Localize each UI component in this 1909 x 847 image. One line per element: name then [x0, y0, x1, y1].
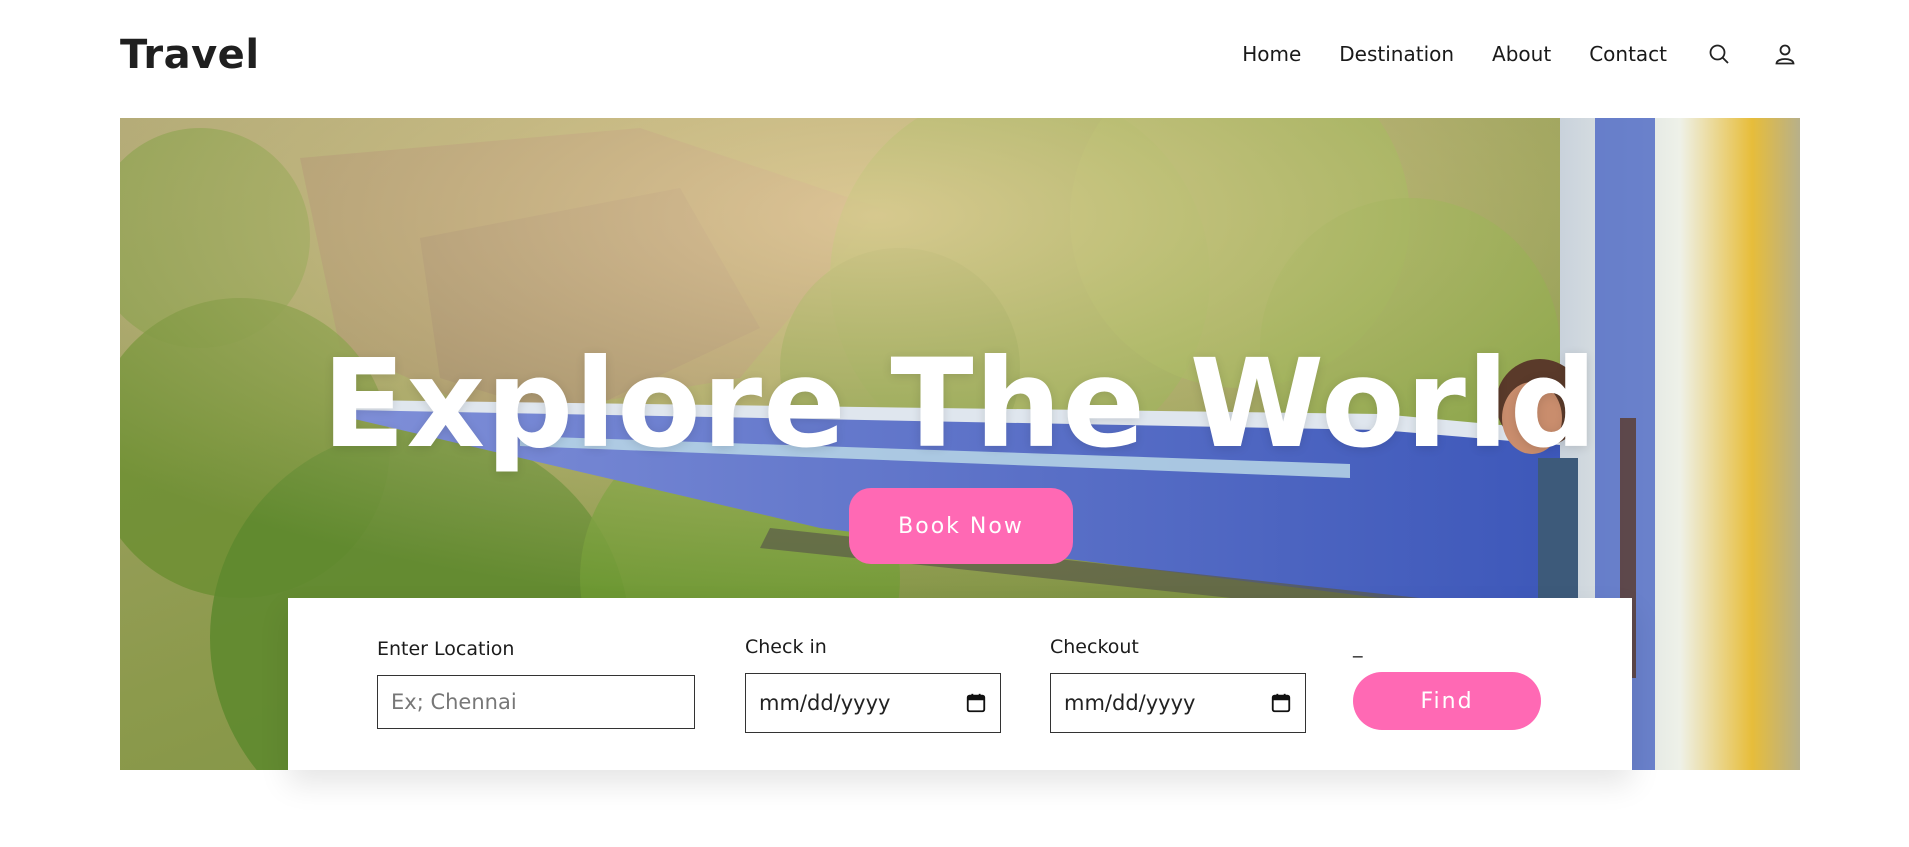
nav-link-contact[interactable]: Contact — [1589, 40, 1667, 68]
search-icon[interactable] — [1705, 40, 1733, 68]
checkin-field: Check in — [745, 636, 827, 658]
nav-link-about[interactable]: About — [1492, 40, 1551, 68]
checkin-date-input[interactable]: mm/dd/yyyy — [745, 673, 1001, 733]
find-field: _ — [1353, 636, 1363, 658]
calendar-icon[interactable] — [1270, 692, 1292, 714]
find-button[interactable]: Find — [1353, 672, 1541, 730]
book-now-button[interactable]: Book Now — [849, 488, 1073, 564]
location-input[interactable] — [377, 675, 695, 729]
site-logo[interactable]: Travel — [120, 32, 260, 78]
checkout-date-value: mm/dd/yyyy — [1064, 691, 1196, 715]
find-label: _ — [1353, 636, 1363, 658]
checkout-label: Checkout — [1050, 636, 1139, 658]
checkin-label: Check in — [745, 636, 827, 658]
hero-title: Explore The World — [321, 333, 1599, 475]
checkout-date-input[interactable]: mm/dd/yyyy — [1050, 673, 1306, 733]
calendar-icon[interactable] — [965, 692, 987, 714]
nav-link-home[interactable]: Home — [1242, 40, 1301, 68]
main-nav: Home Destination About Contact — [1204, 40, 1799, 68]
location-label: Enter Location — [377, 638, 515, 660]
search-panel: Enter Location Check in mm/dd/yyyy Check… — [288, 598, 1632, 770]
checkout-field: Checkout — [1050, 636, 1139, 658]
nav-link-destination[interactable]: Destination — [1339, 40, 1454, 68]
site-header: Travel Home Destination About Contact — [0, 0, 1909, 118]
location-field: Enter Location — [377, 638, 514, 660]
checkin-date-value: mm/dd/yyyy — [759, 691, 891, 715]
user-icon[interactable] — [1771, 40, 1799, 68]
